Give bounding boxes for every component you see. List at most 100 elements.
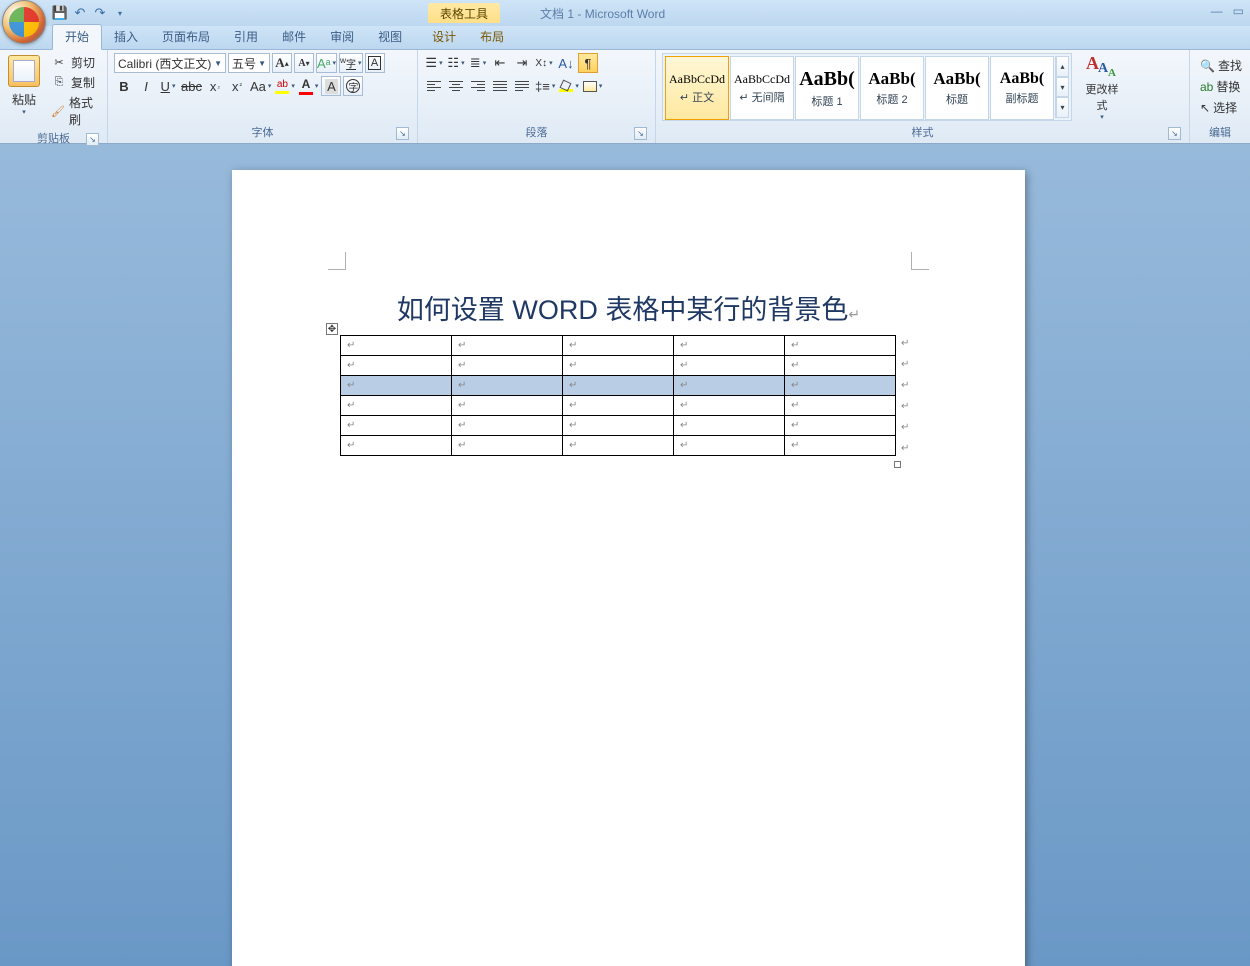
document-table[interactable]: ↵↵↵↵↵↵↵↵↵↵↵↵↵↵↵↵↵↵↵↵↵↵↵↵↵↵↵↵↵↵ — [340, 335, 896, 456]
shading-button[interactable] — [558, 76, 580, 96]
char-shading-button[interactable]: A — [321, 76, 341, 96]
tab-home[interactable]: 开始 — [52, 24, 102, 50]
page[interactable]: 如何设置 WORD 表格中某行的背景色↵ ✥ ↵↵↵↵↵↵↵↵↵↵↵↵↵↵↵↵↵… — [232, 170, 1025, 966]
distributed-button[interactable] — [512, 76, 532, 96]
table-cell[interactable]: ↵ — [674, 396, 785, 416]
text-direction-button[interactable]: X↕ — [534, 53, 554, 73]
find-button[interactable]: 🔍查找 — [1198, 55, 1244, 76]
table-cell[interactable]: ↵ — [785, 436, 896, 456]
line-spacing-button[interactable]: ‡≡ — [534, 76, 556, 96]
table-cell[interactable]: ↵ — [563, 376, 674, 396]
table-cell[interactable]: ↵ — [452, 336, 563, 356]
styles-gallery[interactable]: AaBbCcDd↵ 正文AaBbCcDd↵ 无间隔AaBb(标题 1AaBb(标… — [662, 53, 1072, 121]
increase-indent-button[interactable]: ⇥ — [512, 53, 532, 73]
table-cell[interactable]: ↵ — [341, 376, 452, 396]
align-right-button[interactable] — [468, 76, 488, 96]
justify-button[interactable] — [490, 76, 510, 96]
table-cell[interactable]: ↵ — [563, 436, 674, 456]
table-cell[interactable]: ↵ — [674, 376, 785, 396]
style-item-2[interactable]: AaBb(标题 1 — [795, 56, 859, 120]
table-cell[interactable]: ↵ — [785, 396, 896, 416]
bold-button[interactable]: B — [114, 76, 134, 96]
table-row[interactable]: ↵↵↵↵↵ — [341, 356, 896, 376]
table-cell[interactable]: ↵ — [341, 356, 452, 376]
table-cell[interactable]: ↵ — [341, 336, 452, 356]
table-resize-handle[interactable] — [894, 461, 901, 468]
restore-icon[interactable]: ▭ — [1233, 4, 1244, 18]
tab-table-layout[interactable]: 布局 — [468, 25, 516, 49]
table-cell[interactable]: ↵ — [563, 356, 674, 376]
undo-icon[interactable]: ↶ — [72, 5, 88, 21]
numbering-button[interactable]: ☷ — [446, 53, 466, 73]
table-row[interactable]: ↵↵↵↵↵ — [341, 336, 896, 356]
table-cell[interactable]: ↵ — [452, 396, 563, 416]
style-item-4[interactable]: AaBb(标题 — [925, 56, 989, 120]
save-icon[interactable]: 💾 — [52, 5, 68, 21]
qat-more-icon[interactable]: ▾ — [112, 5, 128, 21]
font-size-combo[interactable]: 五号▼ — [228, 53, 270, 73]
show-marks-button[interactable]: ¶ — [578, 53, 598, 73]
copy-button[interactable]: ⎘复制 — [49, 73, 101, 92]
char-border-button[interactable]: A — [365, 53, 385, 73]
style-item-0[interactable]: AaBbCcDd↵ 正文 — [665, 56, 729, 120]
superscript-button[interactable]: x² — [227, 76, 247, 96]
table-cell[interactable]: ↵ — [785, 356, 896, 376]
font-launcher[interactable]: ↘ — [396, 127, 409, 140]
font-color-button[interactable]: A — [298, 76, 320, 96]
redo-icon[interactable]: ↷ — [92, 5, 108, 21]
table-move-handle[interactable]: ✥ — [326, 323, 338, 335]
tab-references[interactable]: 引用 — [222, 25, 270, 49]
tab-review[interactable]: 审阅 — [318, 25, 366, 49]
font-name-combo[interactable]: Calibri (西文正文)▼ — [114, 53, 226, 73]
replace-button[interactable]: ab替换 — [1198, 76, 1244, 97]
align-center-button[interactable] — [446, 76, 466, 96]
table-cell[interactable]: ↵ — [452, 376, 563, 396]
bullets-button[interactable]: ☰ — [424, 53, 444, 73]
table-cell[interactable]: ↵ — [452, 356, 563, 376]
gallery-more-button[interactable]: ▾ — [1056, 97, 1069, 118]
italic-button[interactable]: I — [136, 76, 156, 96]
table-cell[interactable]: ↵ — [785, 376, 896, 396]
change-styles-button[interactable]: A A A 更改样式 ▾ — [1075, 53, 1129, 121]
table-row[interactable]: ↵↵↵↵↵ — [341, 436, 896, 456]
table-cell[interactable]: ↵ — [674, 436, 785, 456]
table-cell[interactable]: ↵ — [674, 336, 785, 356]
table-cell[interactable]: ↵ — [785, 416, 896, 436]
select-button[interactable]: ↖选择 — [1198, 97, 1244, 118]
clear-format-button[interactable]: Aᵃ — [316, 53, 337, 73]
enclose-char-button[interactable]: 字 — [343, 76, 363, 96]
grow-font-button[interactable]: A▴ — [272, 53, 292, 73]
style-item-5[interactable]: AaBb(副标题 — [990, 56, 1054, 120]
borders-button[interactable] — [582, 76, 604, 96]
multilevel-button[interactable]: ≣ — [468, 53, 488, 73]
gallery-down-button[interactable]: ▾ — [1056, 77, 1069, 98]
phonetic-guide-button[interactable]: w字 — [339, 53, 363, 73]
tab-page-layout[interactable]: 页面布局 — [150, 25, 222, 49]
paragraph-launcher[interactable]: ↘ — [634, 127, 647, 140]
style-item-1[interactable]: AaBbCcDd↵ 无间隔 — [730, 56, 794, 120]
tab-mailings[interactable]: 邮件 — [270, 25, 318, 49]
tab-table-design[interactable]: 设计 — [420, 25, 468, 49]
style-item-3[interactable]: AaBb(标题 2 — [860, 56, 924, 120]
gallery-up-button[interactable]: ▴ — [1056, 56, 1069, 77]
table-row[interactable]: ↵↵↵↵↵ — [341, 396, 896, 416]
sort-button[interactable]: A↓ — [556, 53, 576, 73]
shrink-font-button[interactable]: A▾ — [294, 53, 314, 73]
table-cell[interactable]: ↵ — [341, 436, 452, 456]
cut-button[interactable]: ✂剪切 — [49, 53, 101, 72]
document-heading[interactable]: 如何设置 WORD 表格中某行的背景色↵ — [232, 288, 1025, 327]
table-cell[interactable]: ↵ — [341, 416, 452, 436]
table-cell[interactable]: ↵ — [674, 416, 785, 436]
table-cell[interactable]: ↵ — [341, 396, 452, 416]
styles-launcher[interactable]: ↘ — [1168, 127, 1181, 140]
change-case-button[interactable]: Aa — [249, 76, 272, 96]
format-painter-button[interactable]: 🖌格式刷 — [49, 93, 101, 129]
subscript-button[interactable]: x₂ — [205, 76, 225, 96]
decrease-indent-button[interactable]: ⇤ — [490, 53, 510, 73]
highlight-button[interactable]: ab — [274, 76, 296, 96]
table-cell[interactable]: ↵ — [563, 396, 674, 416]
table-row[interactable]: ↵↵↵↵↵ — [341, 416, 896, 436]
minimize-icon[interactable]: — — [1211, 4, 1223, 18]
tab-view[interactable]: 视图 — [366, 25, 414, 49]
table-cell[interactable]: ↵ — [674, 356, 785, 376]
